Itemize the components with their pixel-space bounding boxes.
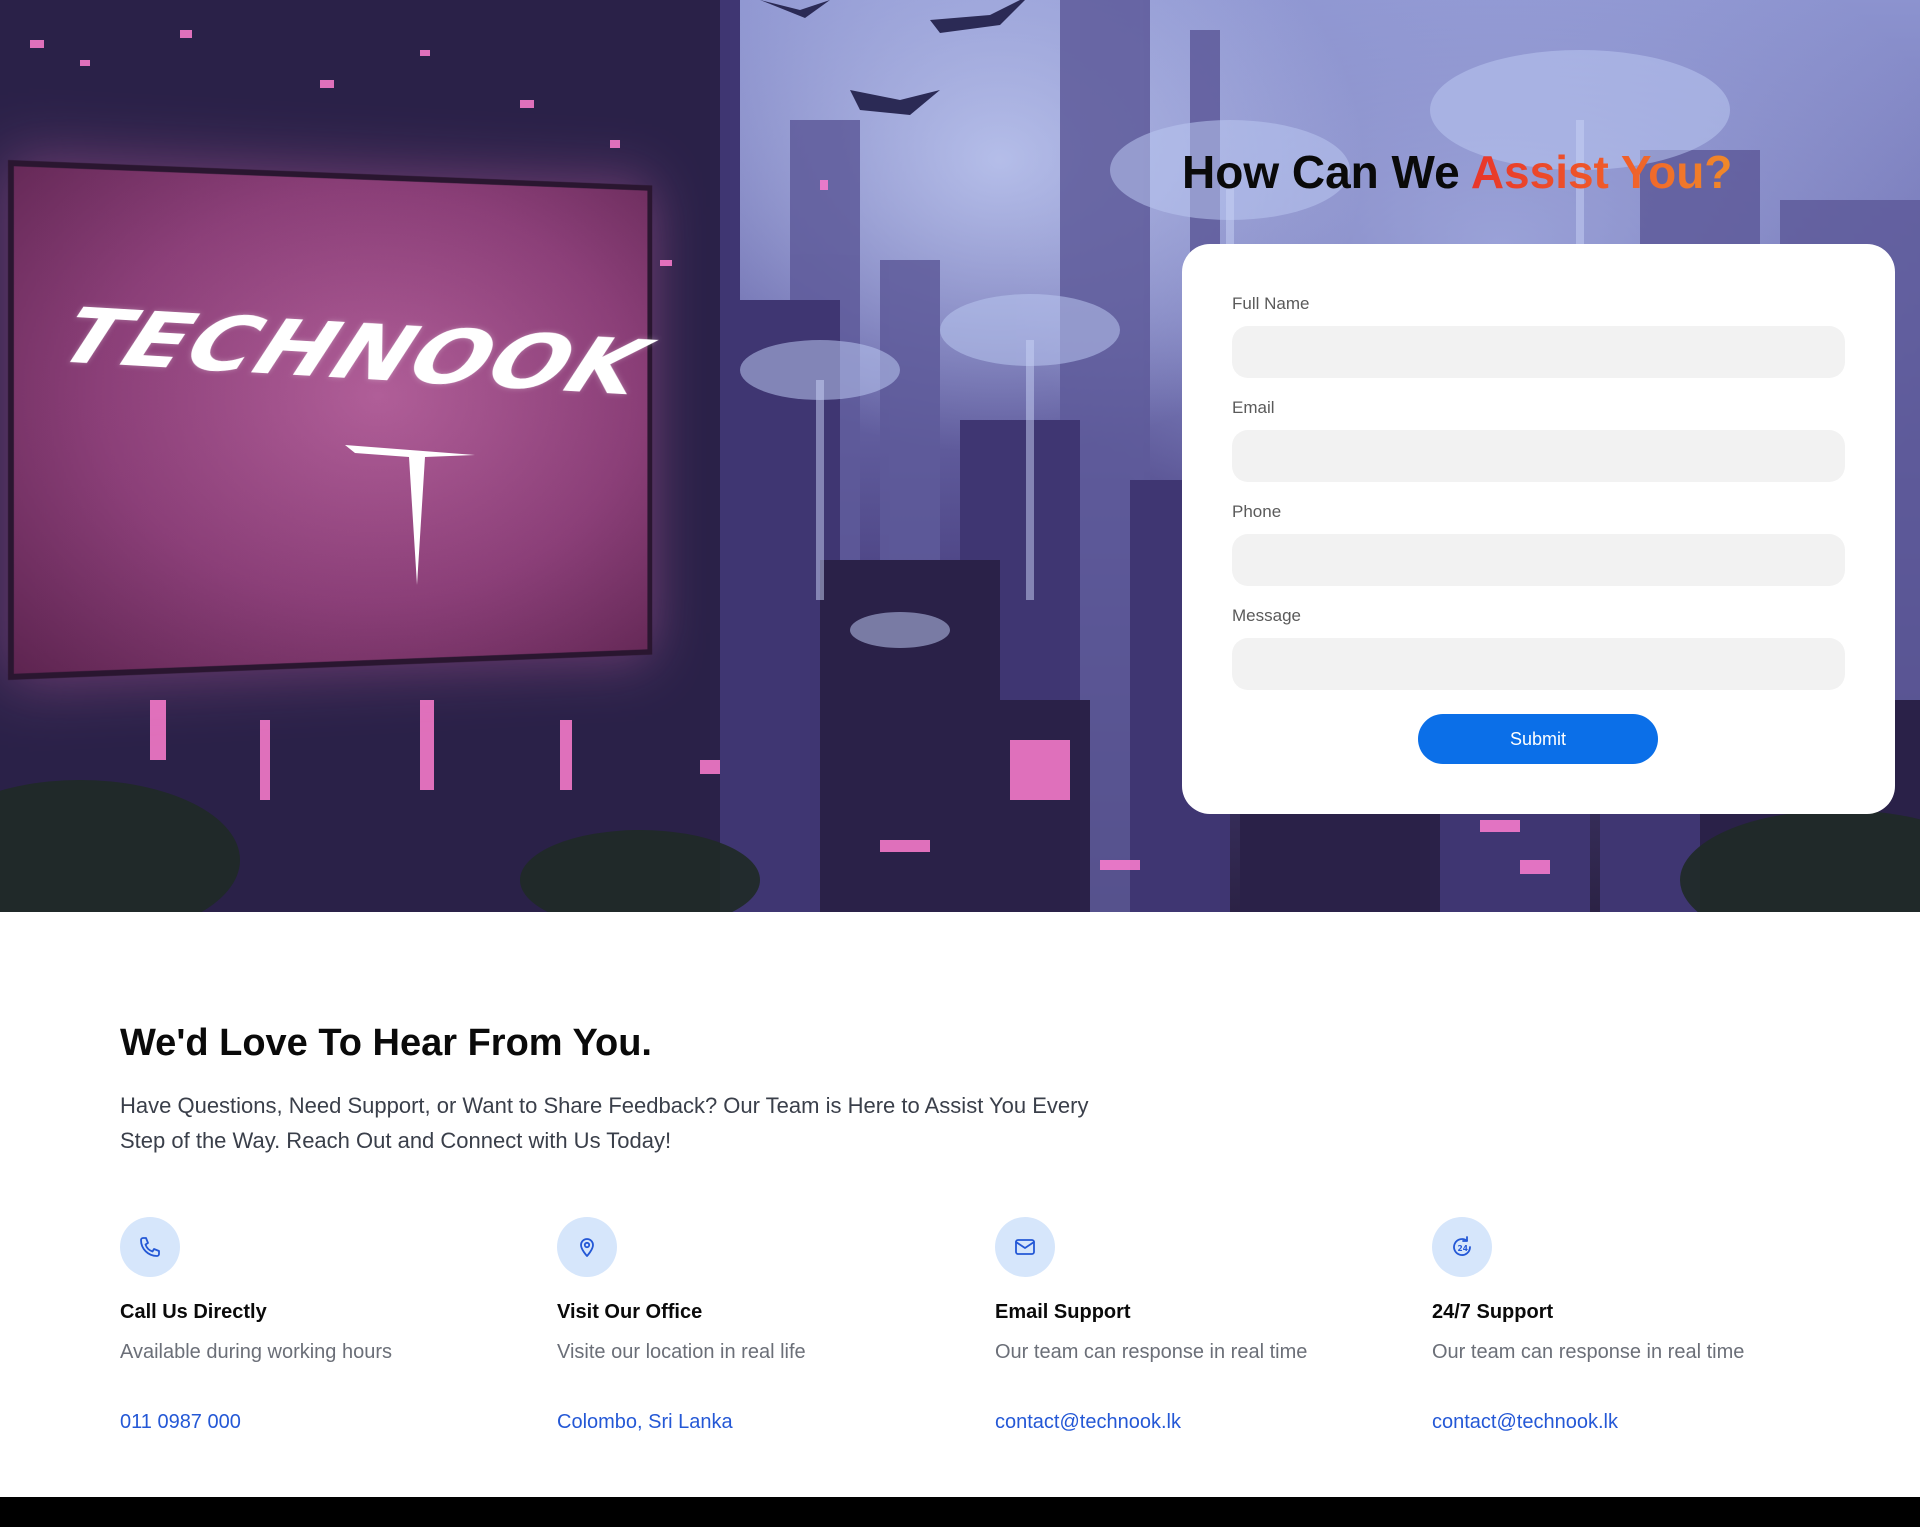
info-title: Visit Our Office	[557, 1301, 703, 1323]
form-heading-main: How Can We	[1182, 146, 1471, 198]
info-title: 24/7 Support	[1432, 1301, 1554, 1323]
phone-link[interactable]: 011 0987 000	[120, 1411, 540, 1435]
info-subtitle: Visite our location in real life	[557, 1341, 806, 1363]
submit-button[interactable]: Submit	[1418, 714, 1658, 764]
phone-label: Phone	[1232, 502, 1282, 521]
full-name-label: Full Name	[1232, 294, 1310, 313]
email-link[interactable]: contact@technook.lk	[995, 1411, 1415, 1435]
logo-t-mark-icon	[345, 445, 475, 585]
email-label: Email	[1232, 398, 1275, 417]
mail-icon	[995, 1217, 1055, 1277]
info-subtitle: Our team can response in real time	[995, 1341, 1308, 1363]
location-pin-icon	[557, 1217, 617, 1277]
info-subtitle: Available during working hours	[120, 1341, 393, 1363]
form-heading-accent: Assist You?	[1470, 146, 1733, 198]
contact-form: Full Name Email Phone Message Submit	[1182, 244, 1895, 814]
message-input[interactable]	[1232, 638, 1845, 690]
form-heading: How Can We Assist You?	[1182, 145, 1732, 199]
phone-input[interactable]	[1232, 534, 1845, 586]
svg-text:24: 24	[1458, 1244, 1468, 1253]
info-title: Call Us Directly	[120, 1301, 267, 1323]
info-card-office: Visit Our Office Visite our location in …	[557, 1217, 977, 1435]
full-name-input[interactable]	[1232, 326, 1845, 378]
hero-banner: TECHNOOK How Can We Assist You? Full Nam…	[0, 0, 1920, 912]
support-24-icon: 24	[1432, 1217, 1492, 1277]
footer-bar	[0, 1497, 1920, 1527]
contact-description: Have Questions, Need Support, or Want to…	[120, 1093, 1089, 1153]
support-email-link[interactable]: contact@technook.lk	[1432, 1411, 1852, 1435]
contact-title: We'd Love To Hear From You.	[120, 1022, 652, 1064]
info-card-email: Email Support Our team can response in r…	[995, 1217, 1415, 1435]
info-title: Email Support	[995, 1301, 1131, 1323]
phone-icon	[120, 1217, 180, 1277]
contact-info-section: We'd Love To Hear From You. Have Questio…	[0, 912, 1920, 1497]
info-card-call: Call Us Directly Available during workin…	[120, 1217, 540, 1435]
email-input[interactable]	[1232, 430, 1845, 482]
address-link[interactable]: Colombo, Sri Lanka	[557, 1411, 977, 1435]
info-card-support: 24 24/7 Support Our team can response in…	[1432, 1217, 1852, 1435]
billboard	[8, 160, 653, 680]
info-subtitle: Our team can response in real time	[1432, 1341, 1745, 1363]
message-label: Message	[1232, 606, 1301, 625]
